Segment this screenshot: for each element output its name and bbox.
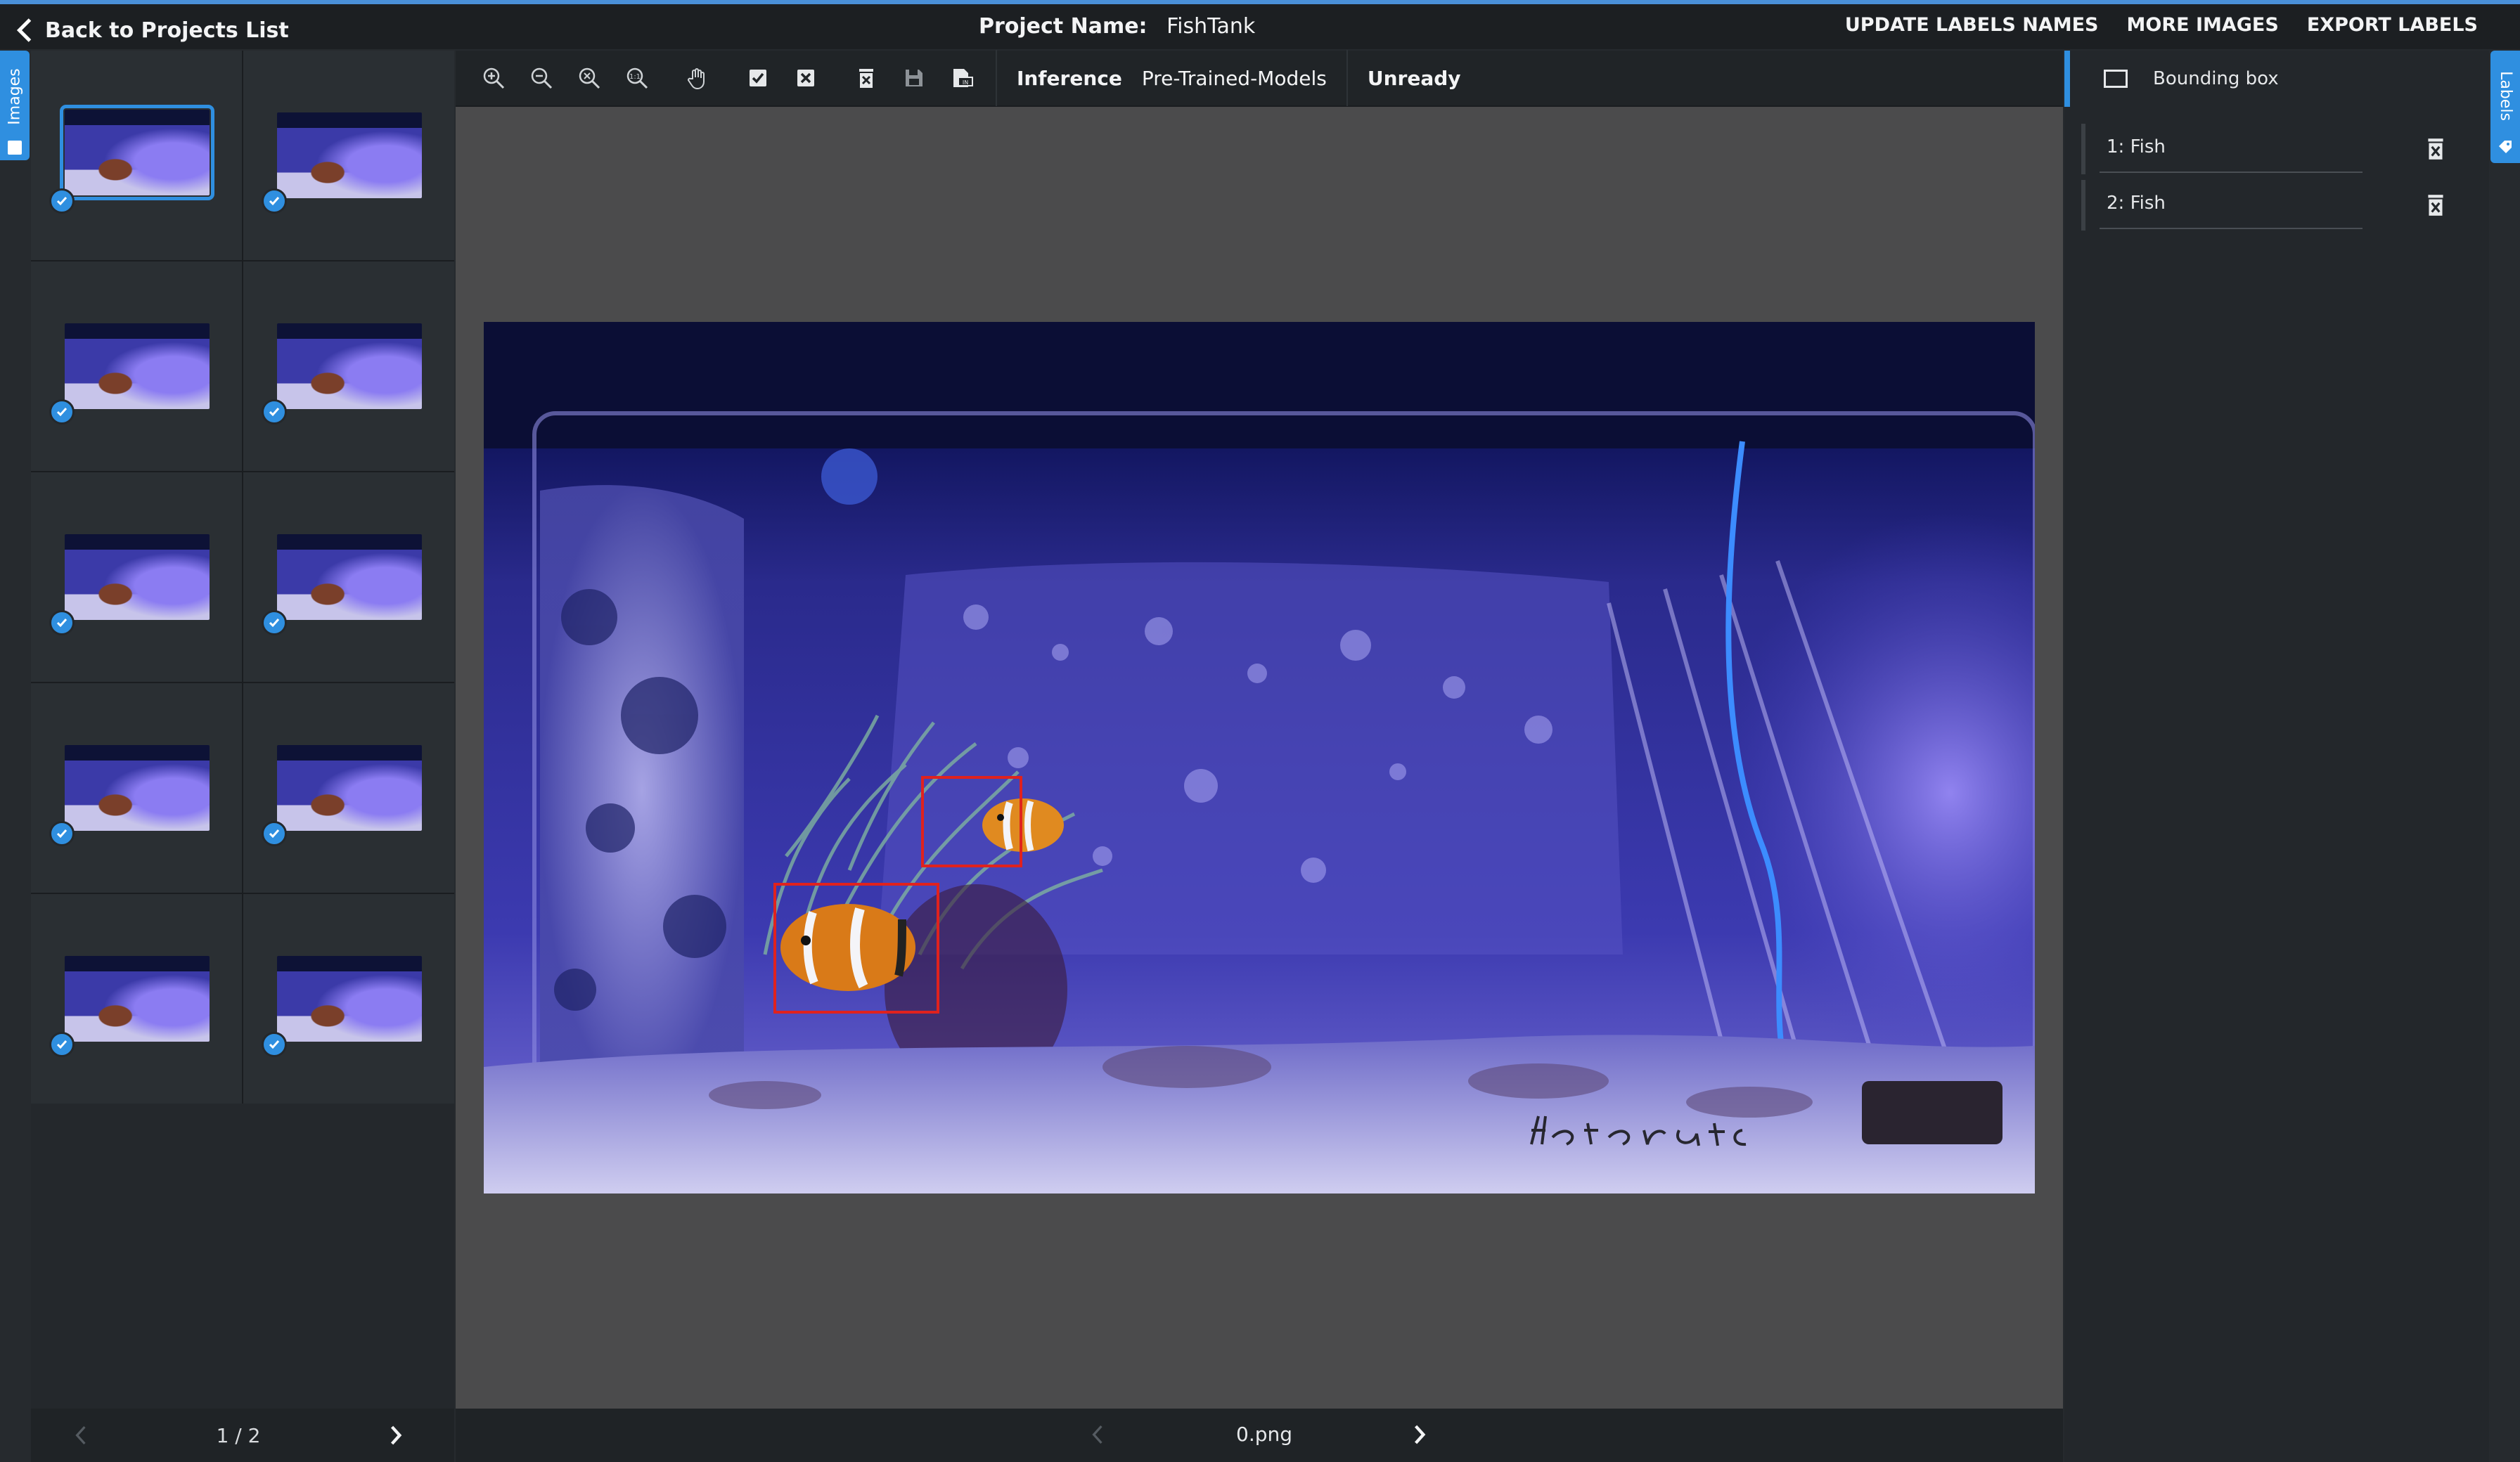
thumbnail-image <box>277 745 422 831</box>
save-icon <box>906 70 922 86</box>
thumbnail-item[interactable] <box>31 261 242 471</box>
zoom-in-icon <box>483 67 505 89</box>
thumbnail-image <box>277 956 422 1042</box>
checkmark-icon <box>262 399 287 425</box>
model-status: Unready <box>1367 66 1461 90</box>
thumbnail-item[interactable] <box>31 51 242 260</box>
thumbnail-image <box>65 323 210 409</box>
image-icon <box>8 141 22 155</box>
label-item[interactable]: 2: Fish <box>2081 180 2461 231</box>
inference-button[interactable]: Inference <box>1007 67 1132 90</box>
chevron-left-icon[interactable] <box>1088 1423 1107 1447</box>
app-root: Back to Projects List Project Name: Fish… <box>0 0 2520 1462</box>
aquarium-photo <box>484 322 2035 1193</box>
checkmark-icon <box>262 1032 287 1057</box>
thumbnail-image <box>277 534 422 620</box>
mark-done-icon <box>750 70 766 86</box>
thumbnail-image <box>65 745 210 831</box>
thumbnail-image <box>60 105 214 200</box>
labels-tab-label: Labels <box>2496 70 2514 121</box>
zoom-reset-icon: 1:1 <box>626 67 648 89</box>
chevron-left-icon <box>16 18 32 42</box>
update-labels-names-button[interactable]: UPDATE LABELS NAMES <box>1845 14 2099 36</box>
delete-icon <box>859 69 873 88</box>
rectangle-icon <box>2104 70 2128 88</box>
thumbnail-item[interactable] <box>31 683 242 893</box>
thumbnail-item[interactable] <box>243 261 454 471</box>
checkmark-icon <box>262 610 287 635</box>
back-to-projects-button[interactable]: Back to Projects List <box>14 13 289 48</box>
label-item-name: 2: Fish <box>2107 193 2166 214</box>
checkmark-icon <box>49 1032 75 1057</box>
mark-undone-button[interactable] <box>782 50 830 106</box>
save-button[interactable] <box>890 50 938 106</box>
tag-icon <box>2499 141 2512 153</box>
top-menu: UPDATE LABELS NAMES MORE IMAGES EXPORT L… <box>1845 14 2478 36</box>
zoom-out-button[interactable] <box>518 50 565 106</box>
project-name-value: FishTank <box>1166 14 1256 39</box>
thumbnail-pager: 1 / 2 <box>31 1409 454 1462</box>
more-images-button[interactable]: MORE IMAGES <box>2127 14 2279 36</box>
bounding-box-fish-1[interactable] <box>921 776 1022 867</box>
pretrained-models-button[interactable]: Pre-Trained-Models <box>1132 67 1337 90</box>
export-labels-button[interactable]: EXPORT LABELS <box>2307 14 2478 36</box>
thumbnail-item[interactable] <box>243 894 454 1104</box>
delete-label-icon[interactable] <box>2423 191 2448 219</box>
thumbnail-image <box>65 534 210 620</box>
mark-done-button[interactable] <box>734 50 782 106</box>
delete-label-icon[interactable] <box>2423 135 2448 163</box>
delete-image-button[interactable] <box>842 50 890 106</box>
zoom-out-icon <box>531 67 553 89</box>
back-label: Back to Projects List <box>45 18 289 43</box>
current-file-name: 0.png <box>1236 1423 1293 1446</box>
images-panel-tab[interactable]: Images <box>0 51 30 160</box>
load-button[interactable]: IN <box>938 50 986 106</box>
aquarium-image[interactable] <box>484 322 2035 1193</box>
zoom-reset-button[interactable]: 1:1 <box>613 50 661 106</box>
svg-text:1:1: 1:1 <box>629 73 641 81</box>
thumbnail-image <box>65 956 210 1042</box>
checkmark-icon <box>49 188 75 214</box>
thumbnail-grid <box>31 51 454 1104</box>
checkmark-icon <box>262 188 287 214</box>
thumbnail-panel <box>31 51 454 1409</box>
tool-label: Bounding box <box>2153 68 2279 89</box>
annotation-canvas[interactable] <box>456 107 2063 1409</box>
images-tab-label: Images <box>6 67 24 125</box>
project-name-label: Project Name: <box>979 14 1148 39</box>
checkmark-icon <box>49 399 75 425</box>
zoom-in-button[interactable] <box>470 50 518 106</box>
hand-pan-icon <box>688 68 705 90</box>
label-item[interactable]: 1: Fish <box>2081 124 2461 174</box>
bounding-box-fish-2[interactable] <box>773 883 939 1014</box>
labels-panel: Bounding box 1: Fish 2: Fish <box>2064 51 2489 1462</box>
zoom-fit-icon <box>579 67 600 89</box>
thumbnail-image <box>277 112 422 198</box>
label-item-name: 1: Fish <box>2107 136 2166 157</box>
image-navigator: 0.png <box>456 1409 2063 1462</box>
pan-button[interactable] <box>674 50 721 106</box>
page-indicator: 1 / 2 <box>216 1423 261 1447</box>
thumbnail-item[interactable] <box>31 894 242 1104</box>
chevron-right-icon[interactable] <box>1410 1423 1429 1447</box>
thumbnail-item[interactable] <box>243 472 454 682</box>
thumbnail-image <box>277 323 422 409</box>
mark-undone-icon <box>797 70 814 86</box>
checkmark-icon <box>262 821 287 846</box>
bounding-box-tool[interactable]: Bounding box <box>2064 51 2489 107</box>
checkmark-icon <box>49 610 75 635</box>
chevron-left-icon[interactable] <box>72 1423 90 1447</box>
thumbnail-item[interactable] <box>243 683 454 893</box>
thumbnail-item[interactable] <box>243 51 454 260</box>
editor-toolbar: 1:1 IN Inference Pre-Trained-Models Unre… <box>456 50 2063 107</box>
thumbnail-item[interactable] <box>31 472 242 682</box>
zoom-fit-button[interactable] <box>565 50 613 106</box>
top-bar: Back to Projects List Project Name: Fish… <box>0 0 2520 49</box>
labels-panel-tab[interactable]: Labels <box>2490 51 2520 163</box>
checkmark-icon <box>49 821 75 846</box>
svg-text:IN: IN <box>963 79 968 86</box>
chevron-right-icon[interactable] <box>387 1423 405 1447</box>
project-title: Project Name: FishTank <box>979 14 1255 39</box>
load-icon: IN <box>953 69 973 87</box>
